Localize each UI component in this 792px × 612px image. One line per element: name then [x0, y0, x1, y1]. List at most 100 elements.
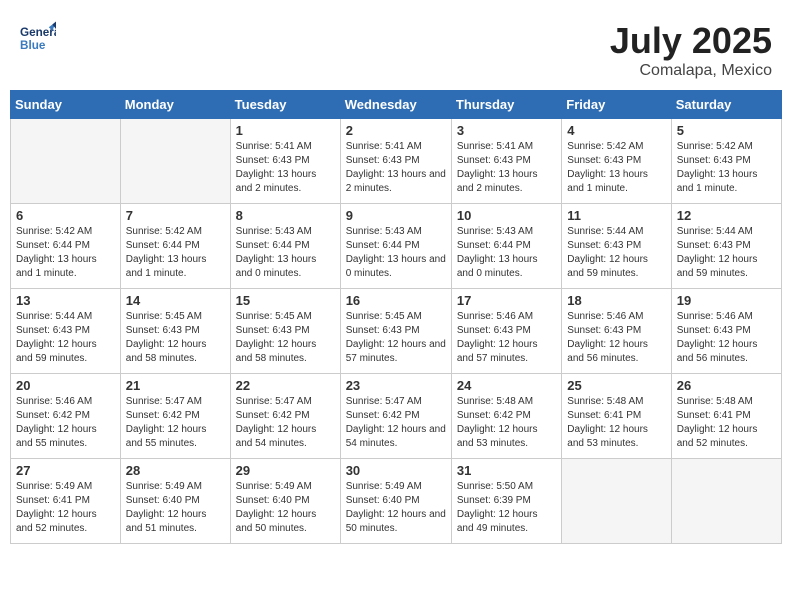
calendar-cell-w3-d5: 17 Sunrise: 5:46 AM Sunset: 6:43 PM Dayli… — [451, 289, 561, 374]
day-number: 6 — [16, 208, 115, 223]
calendar-cell-w3-d2: 14 Sunrise: 5:45 AM Sunset: 6:43 PM Dayli… — [120, 289, 230, 374]
day-number: 12 — [677, 208, 776, 223]
day-number: 1 — [236, 123, 335, 138]
day-number: 7 — [126, 208, 225, 223]
day-number: 11 — [567, 208, 665, 223]
calendar-cell-w3-d1: 13 Sunrise: 5:44 AM Sunset: 6:43 PM Dayli… — [11, 289, 121, 374]
col-wednesday: Wednesday — [340, 91, 451, 119]
day-info: Sunrise: 5:43 AM Sunset: 6:44 PM Dayligh… — [457, 225, 556, 281]
calendar-cell-w3-d4: 16 Sunrise: 5:45 AM Sunset: 6:43 PM Dayli… — [340, 289, 451, 374]
calendar-cell-w2-d5: 10Sunrise: 5:43 AM Sunset: 6:44 PM Dayli… — [451, 204, 561, 289]
calendar-cell-w3-d7: 19 Sunrise: 5:46 AM Sunset: 6:43 PM Dayli… — [671, 289, 781, 374]
day-info: Sunrise: 5:48 AM Sunset: 6:42 PM Dayligh… — [457, 395, 556, 451]
col-sunday: Sunday — [11, 91, 121, 119]
day-info: Sunrise: 5:42 AM Sunset: 6:43 PM Dayligh… — [567, 140, 665, 196]
day-number: 5 — [677, 123, 776, 138]
day-info: Sunrise: 5:48 AM Sunset: 6:41 PM Dayligh… — [567, 395, 665, 451]
page-header: General Blue July 2025 Comalapa, Mexico — [10, 10, 782, 85]
week-row-5: 27Sunrise: 5:49 AM Sunset: 6:41 PM Dayli… — [11, 459, 782, 544]
week-row-3: 13 Sunrise: 5:44 AM Sunset: 6:43 PM Dayli… — [11, 289, 782, 374]
day-number: 16 — [346, 293, 446, 308]
calendar-cell-w1-d3: 1 Sunrise: 5:41 AM Sunset: 6:43 PM Daylig… — [230, 119, 340, 204]
calendar-cell-w1-d4: 2Sunrise: 5:41 AM Sunset: 6:43 PM Daylig… — [340, 119, 451, 204]
logo: General Blue — [20, 20, 56, 56]
logo-icon: General Blue — [20, 20, 56, 56]
calendar-cell-w2-d7: 12 Sunrise: 5:44 AM Sunset: 6:43 PM Dayli… — [671, 204, 781, 289]
day-info: Sunrise: 5:43 AM Sunset: 6:44 PM Dayligh… — [236, 225, 335, 281]
day-number: 13 — [16, 293, 115, 308]
day-info: Sunrise: 5:45 AM Sunset: 6:43 PM Dayligh… — [346, 310, 446, 366]
calendar-cell-w1-d1 — [11, 119, 121, 204]
day-info: Sunrise: 5:41 AM Sunset: 6:43 PM Dayligh… — [457, 140, 556, 196]
day-number: 27 — [16, 463, 115, 478]
day-number: 3 — [457, 123, 556, 138]
day-info: Sunrise: 5:50 AM Sunset: 6:39 PM Dayligh… — [457, 480, 556, 536]
day-info: Sunrise: 5:47 AM Sunset: 6:42 PM Dayligh… — [346, 395, 446, 451]
col-friday: Friday — [562, 91, 671, 119]
calendar-cell-w1-d7: 5Sunrise: 5:42 AM Sunset: 6:43 PM Daylig… — [671, 119, 781, 204]
calendar-cell-w3-d6: 18 Sunrise: 5:46 AM Sunset: 6:43 PM Dayli… — [562, 289, 671, 374]
day-number: 9 — [346, 208, 446, 223]
day-info: Sunrise: 5:41 AM Sunset: 6:43 PM Dayligh… — [236, 140, 335, 196]
calendar-cell-w3-d3: 15Sunrise: 5:45 AM Sunset: 6:43 PM Dayli… — [230, 289, 340, 374]
day-number: 24 — [457, 378, 556, 393]
col-monday: Monday — [120, 91, 230, 119]
calendar-cell-w1-d5: 3 Sunrise: 5:41 AM Sunset: 6:43 PM Daylig… — [451, 119, 561, 204]
day-info: Sunrise: 5:47 AM Sunset: 6:42 PM Dayligh… — [236, 395, 335, 451]
day-number: 28 — [126, 463, 225, 478]
calendar-cell-w4-d5: 24 Sunrise: 5:48 AM Sunset: 6:42 PM Dayli… — [451, 374, 561, 459]
day-info: Sunrise: 5:47 AM Sunset: 6:42 PM Dayligh… — [126, 395, 225, 451]
calendar-cell-w4-d6: 25 Sunrise: 5:48 AM Sunset: 6:41 PM Dayli… — [562, 374, 671, 459]
calendar-cell-w4-d3: 22 Sunrise: 5:47 AM Sunset: 6:42 PM Dayli… — [230, 374, 340, 459]
col-tuesday: Tuesday — [230, 91, 340, 119]
day-info: Sunrise: 5:43 AM Sunset: 6:44 PM Dayligh… — [346, 225, 446, 281]
day-info: Sunrise: 5:46 AM Sunset: 6:43 PM Dayligh… — [677, 310, 776, 366]
day-info: Sunrise: 5:49 AM Sunset: 6:40 PM Dayligh… — [126, 480, 225, 536]
title-section: July 2025 Comalapa, Mexico — [610, 20, 772, 80]
calendar-cell-w5-d1: 27Sunrise: 5:49 AM Sunset: 6:41 PM Dayli… — [11, 459, 121, 544]
day-info: Sunrise: 5:49 AM Sunset: 6:40 PM Dayligh… — [346, 480, 446, 536]
day-number: 25 — [567, 378, 665, 393]
day-info: Sunrise: 5:48 AM Sunset: 6:41 PM Dayligh… — [677, 395, 776, 451]
day-info: Sunrise: 5:42 AM Sunset: 6:44 PM Dayligh… — [16, 225, 115, 281]
col-thursday: Thursday — [451, 91, 561, 119]
day-number: 23 — [346, 378, 446, 393]
week-row-1: 1 Sunrise: 5:41 AM Sunset: 6:43 PM Daylig… — [11, 119, 782, 204]
day-info: Sunrise: 5:45 AM Sunset: 6:43 PM Dayligh… — [126, 310, 225, 366]
calendar-cell-w4-d4: 23 Sunrise: 5:47 AM Sunset: 6:42 PM Dayli… — [340, 374, 451, 459]
calendar-cell-w4-d1: 20 Sunrise: 5:46 AM Sunset: 6:42 PM Dayli… — [11, 374, 121, 459]
day-number: 22 — [236, 378, 335, 393]
day-number: 31 — [457, 463, 556, 478]
day-number: 29 — [236, 463, 335, 478]
location-subtitle: Comalapa, Mexico — [610, 62, 772, 80]
day-info: Sunrise: 5:46 AM Sunset: 6:42 PM Dayligh… — [16, 395, 115, 451]
day-number: 14 — [126, 293, 225, 308]
day-info: Sunrise: 5:46 AM Sunset: 6:43 PM Dayligh… — [567, 310, 665, 366]
calendar-cell-w2-d4: 9 Sunrise: 5:43 AM Sunset: 6:44 PM Daylig… — [340, 204, 451, 289]
day-info: Sunrise: 5:44 AM Sunset: 6:43 PM Dayligh… — [16, 310, 115, 366]
day-number: 2 — [346, 123, 446, 138]
day-number: 18 — [567, 293, 665, 308]
day-number: 20 — [16, 378, 115, 393]
calendar-cell-w5-d6 — [562, 459, 671, 544]
calendar-cell-w5-d4: 30 Sunrise: 5:49 AM Sunset: 6:40 PM Dayli… — [340, 459, 451, 544]
calendar-cell-w5-d5: 31 Sunrise: 5:50 AM Sunset: 6:39 PM Dayli… — [451, 459, 561, 544]
calendar-header-row: Sunday Monday Tuesday Wednesday Thursday… — [11, 91, 782, 119]
day-number: 21 — [126, 378, 225, 393]
day-info: Sunrise: 5:42 AM Sunset: 6:44 PM Dayligh… — [126, 225, 225, 281]
calendar-cell-w5-d7 — [671, 459, 781, 544]
day-number: 17 — [457, 293, 556, 308]
day-info: Sunrise: 5:46 AM Sunset: 6:43 PM Dayligh… — [457, 310, 556, 366]
svg-text:Blue: Blue — [20, 39, 46, 52]
day-number: 19 — [677, 293, 776, 308]
calendar-cell-w4-d2: 21 Sunrise: 5:47 AM Sunset: 6:42 PM Dayli… — [120, 374, 230, 459]
day-info: Sunrise: 5:44 AM Sunset: 6:43 PM Dayligh… — [677, 225, 776, 281]
week-row-4: 20 Sunrise: 5:46 AM Sunset: 6:42 PM Dayli… — [11, 374, 782, 459]
day-number: 30 — [346, 463, 446, 478]
calendar-table: Sunday Monday Tuesday Wednesday Thursday… — [10, 90, 782, 544]
day-number: 26 — [677, 378, 776, 393]
day-number: 15 — [236, 293, 335, 308]
calendar-cell-w2-d2: 7 Sunrise: 5:42 AM Sunset: 6:44 PM Daylig… — [120, 204, 230, 289]
calendar-cell-w5-d2: 28 Sunrise: 5:49 AM Sunset: 6:40 PM Dayli… — [120, 459, 230, 544]
calendar-cell-w2-d1: 6 Sunrise: 5:42 AM Sunset: 6:44 PM Daylig… — [11, 204, 121, 289]
